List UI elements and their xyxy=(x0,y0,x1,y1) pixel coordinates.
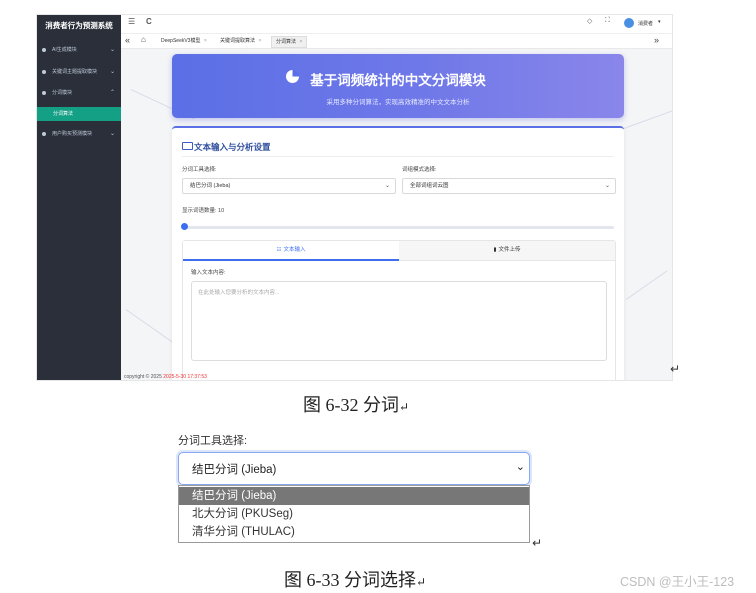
figure-caption: 图 6-32 分词↵ xyxy=(303,391,409,417)
tool-select-value: 结巴分词 (Jieba) xyxy=(192,464,277,476)
caption-text: 图 6-33 分词选择 xyxy=(284,570,416,590)
user-name[interactable]: 消费者 xyxy=(638,20,653,27)
scroll-left-icon[interactable]: « xyxy=(125,35,130,45)
sidebar: 消费者行为预测系统 AI生成模块 ⌄ 关键词主题提取模块 ⌄ 分词模块 ⌃ 分词… xyxy=(37,15,121,380)
option-label: 北大分词 (PKUSeg) xyxy=(192,508,293,520)
textarea-placeholder: 在此处输入您要分析的文本内容... xyxy=(198,290,280,296)
tool-options-list: 结巴分词 (Jieba) 北大分词 (PKUSeg) 清华分词 (THULAC) xyxy=(178,485,530,543)
tool-select-label: 分词工具选择: xyxy=(182,167,217,173)
divider xyxy=(182,156,614,157)
chevron-down-icon: ⌄ xyxy=(604,183,610,189)
sidebar-subitem-label: 分词算法 xyxy=(53,111,74,117)
sidebar-item-label: 用户购买预测模块 xyxy=(52,131,93,137)
tag-icon[interactable]: ◇ xyxy=(587,17,592,25)
avatar[interactable] xyxy=(624,18,634,28)
module-icon xyxy=(42,48,46,52)
module-icon xyxy=(42,91,46,95)
sidebar-item-label: AI生成模块 xyxy=(52,47,77,53)
card-title: 文本输入与分析设置 xyxy=(194,142,271,152)
tab-segmentation[interactable]: 分词算法 × xyxy=(271,36,308,48)
file-icon: ▮ xyxy=(493,247,497,253)
chevron-down-icon: ⌄ xyxy=(109,47,115,53)
word-count-label: 显示词语数量: 10 xyxy=(182,208,225,214)
close-icon[interactable]: × xyxy=(299,39,302,45)
sidebar-item-label: 关键词主题提取模块 xyxy=(52,69,98,75)
chevron-down-icon: ⌄ xyxy=(109,69,115,75)
close-icon[interactable]: × xyxy=(258,38,261,44)
tab-label: 文本输入 xyxy=(283,247,306,253)
chevron-down-icon: ⌄ xyxy=(515,461,525,473)
return-mark: ↵ xyxy=(670,362,681,376)
chevron-down-icon: ⌄ xyxy=(109,131,115,137)
tab-file-upload[interactable]: ▮ 文件上传 xyxy=(399,241,615,261)
top-bar: ☰ C ◇ ⛶ 消费者 ▾ xyxy=(121,15,672,34)
tabs-bar: « ⌂ DeepSeekV3模型 × 关键词提取算法 × 分词算法 × » xyxy=(121,34,672,49)
copyright: copyright © 2025 2025-5-30 17:37:53 xyxy=(124,374,207,380)
tab-deepseek[interactable]: DeepSeekV3模型 × xyxy=(157,36,211,46)
tab-label: DeepSeekV3模型 xyxy=(161,38,201,44)
option-thulac[interactable]: 清华分词 (THULAC) xyxy=(179,523,529,541)
system-title: 消费者行为预测系统 xyxy=(45,21,113,30)
slider-handle[interactable] xyxy=(181,223,188,230)
module-icon xyxy=(42,132,46,136)
input-tabs: ☷ 文本输入 ▮ 文件上传 输入文本内容: 在此处输入您要分析的文本内容... xyxy=(182,240,616,380)
sidebar-item-segmentation[interactable]: 分词模块 ⌃ xyxy=(37,85,121,101)
tab-label: 关键词提取算法 xyxy=(220,38,256,44)
sidebar-item-ai[interactable]: AI生成模块 ⌄ xyxy=(37,42,121,58)
tab-text-input[interactable]: ☷ 文本输入 xyxy=(183,241,399,261)
scroll-right-icon[interactable]: » xyxy=(654,35,659,45)
watermark: CSDN @王小王-123 xyxy=(620,575,735,589)
hero-subtitle: 采用多种分词算法，实现高效精准的中文文本分析 xyxy=(326,99,470,106)
decor-line xyxy=(621,108,672,130)
return-mark: ↵ xyxy=(399,400,410,414)
document-icon: ☷ xyxy=(276,247,282,253)
copyright-text: copyright © 2025 xyxy=(124,374,162,380)
text-input-area[interactable]: 在此处输入您要分析的文本内容... xyxy=(191,281,607,361)
app-screenshot: 消费者行为预测系统 AI生成模块 ⌄ 关键词主题提取模块 ⌄ 分词模块 ⌃ 分词… xyxy=(36,14,673,381)
hero-title: 基于词频统计的中文分词模块 xyxy=(310,73,486,88)
refresh-icon[interactable]: C xyxy=(146,17,152,26)
decor-line xyxy=(626,270,668,300)
tool-select-expanded[interactable]: 结巴分词 (Jieba) ⌄ xyxy=(178,452,530,485)
fullscreen-icon[interactable]: ⛶ xyxy=(605,17,610,25)
menu-icon[interactable]: ☰ xyxy=(128,17,135,26)
return-mark: ↵ xyxy=(416,575,427,589)
sidebar-subitem-segmentation-algorithm[interactable]: 分词算法 xyxy=(37,107,121,121)
decor-line xyxy=(125,309,176,345)
copyright-date: 2025-5-30 17:37:53 xyxy=(163,374,207,380)
option-pkuseg[interactable]: 北大分词 (PKUSeg) xyxy=(179,505,529,523)
home-icon[interactable]: ⌂ xyxy=(141,35,146,44)
return-mark: ↵ xyxy=(532,536,543,550)
sidebar-item-keyword[interactable]: 关键词主题提取模块 ⌄ xyxy=(37,64,121,80)
mode-select[interactable]: 全部词组词云图 ⌄ xyxy=(402,178,616,194)
hero-banner: 基于词频统计的中文分词模块 采用多种分词算法，实现高效精准的中文文本分析 xyxy=(172,54,624,118)
main-content: 基于词频统计的中文分词模块 采用多种分词算法，实现高效精准的中文文本分析 文本输… xyxy=(121,49,672,380)
option-label: 结巴分词 (Jieba) xyxy=(192,490,277,502)
mode-select-value: 全部词组词云图 xyxy=(410,183,449,189)
option-jieba[interactable]: 结巴分词 (Jieba) xyxy=(179,487,529,505)
tool-select-label: 分词工具选择: xyxy=(178,435,248,447)
caption-text: 图 6-32 分词 xyxy=(303,395,399,415)
figure-caption: 图 6-33 分词选择↵ xyxy=(284,566,426,592)
caret-down-icon: ▾ xyxy=(658,19,661,25)
option-label: 清华分词 (THULAC) xyxy=(192,526,295,538)
textarea-label: 输入文本内容: xyxy=(191,270,226,276)
sidebar-item-label: 分词模块 xyxy=(52,90,73,96)
tab-keyword-extraction[interactable]: 关键词提取算法 × xyxy=(216,36,265,46)
tool-select[interactable]: 结巴分词 (Jieba) ⌄ xyxy=(182,178,396,194)
word-count-slider[interactable] xyxy=(182,226,614,229)
tab-label: 文件上传 xyxy=(498,247,521,253)
close-icon[interactable]: × xyxy=(204,38,207,44)
tab-label: 分词算法 xyxy=(276,39,297,45)
chevron-up-icon: ⌃ xyxy=(109,90,115,96)
keyboard-icon xyxy=(182,142,193,150)
tool-select-value: 结巴分词 (Jieba) xyxy=(190,183,231,189)
sidebar-item-purchase-prediction[interactable]: 用户购买预测模块 ⌄ xyxy=(37,126,121,142)
chevron-down-icon: ⌄ xyxy=(384,183,390,189)
mode-select-label: 词组模式选择: xyxy=(402,167,437,173)
settings-card: 文本输入与分析设置 分词工具选择: 结巴分词 (Jieba) ⌄ 词组模式选择:… xyxy=(172,126,624,380)
module-icon xyxy=(42,70,46,74)
